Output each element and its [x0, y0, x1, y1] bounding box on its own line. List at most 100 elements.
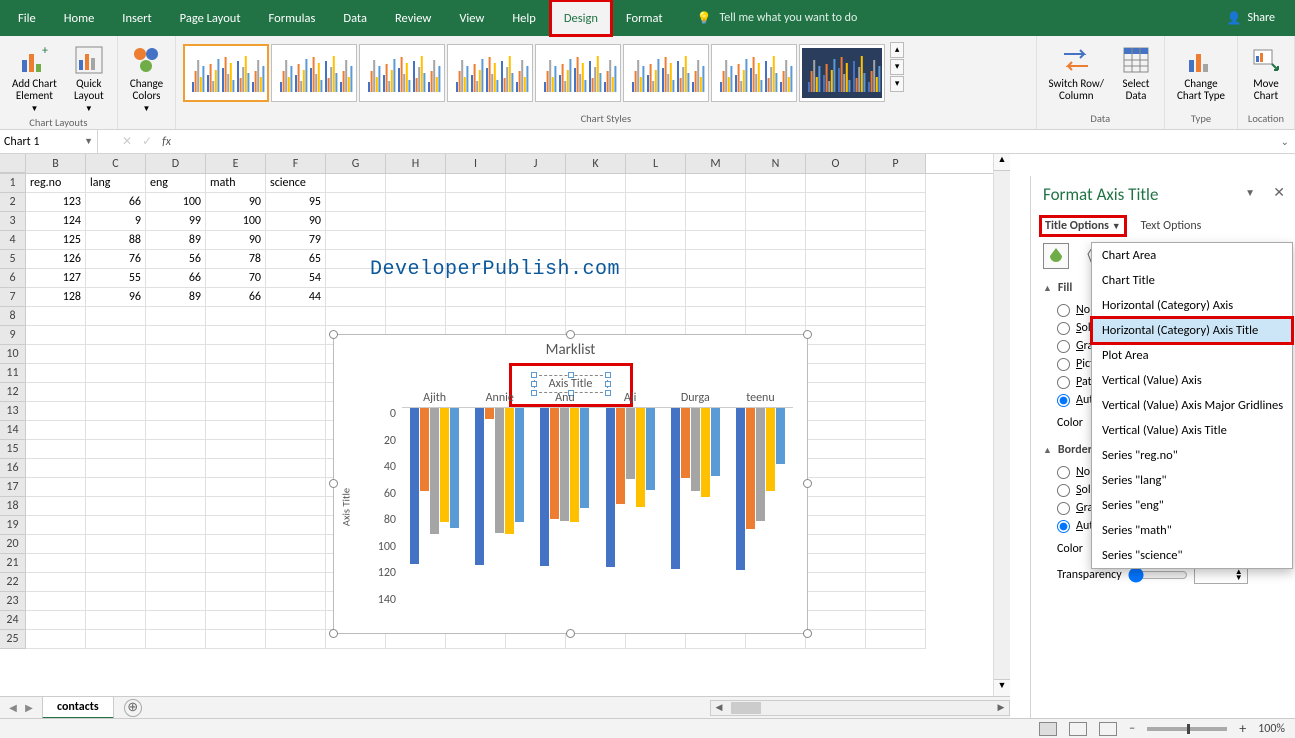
name-box[interactable]: ▼ — [0, 130, 98, 153]
cell-B14[interactable] — [26, 421, 86, 440]
cell-G7[interactable] — [326, 288, 386, 307]
chart-element-option-0[interactable]: Chart Area — [1092, 243, 1292, 268]
cell-F1[interactable]: science — [266, 174, 326, 193]
embedded-chart[interactable]: Marklist Axis Title AjithAnnieAnuAjiDurg… — [333, 334, 808, 634]
cell-J2[interactable] — [506, 193, 566, 212]
cell-F24[interactable] — [266, 611, 326, 630]
cell-B7[interactable]: 128 — [26, 288, 86, 307]
chart-style-7[interactable] — [711, 44, 797, 102]
cell-G4[interactable] — [326, 231, 386, 250]
cell-C10[interactable] — [86, 345, 146, 364]
cell-M6[interactable] — [686, 269, 746, 288]
cell-D12[interactable] — [146, 383, 206, 402]
cell-O7[interactable] — [806, 288, 866, 307]
formula-input[interactable] — [177, 130, 1275, 153]
tab-insert[interactable]: Insert — [108, 0, 165, 36]
cell-C23[interactable] — [86, 592, 146, 611]
page-layout-view-button[interactable] — [1069, 722, 1087, 736]
cell-C14[interactable] — [86, 421, 146, 440]
chart-style-5[interactable] — [535, 44, 621, 102]
cell-D25[interactable] — [146, 630, 206, 649]
chart-bar[interactable] — [475, 408, 484, 565]
cell-D16[interactable] — [146, 459, 206, 478]
column-header-P[interactable]: P — [866, 154, 926, 173]
chart-styles-more-button[interactable]: ▾ — [890, 76, 904, 92]
cell-D18[interactable] — [146, 497, 206, 516]
cell-C17[interactable] — [86, 478, 146, 497]
cell-O19[interactable] — [806, 516, 866, 535]
row-header-1[interactable]: 1 — [0, 174, 26, 193]
cancel-icon[interactable]: ✕ — [122, 134, 132, 149]
cell-C5[interactable]: 76 — [86, 250, 146, 269]
chart-bar[interactable] — [560, 408, 569, 521]
cell-P23[interactable] — [866, 592, 926, 611]
cell-C19[interactable] — [86, 516, 146, 535]
chart-bar[interactable] — [636, 408, 645, 507]
text-options-tab[interactable]: Text Options — [1141, 219, 1202, 233]
cell-D3[interactable]: 99 — [146, 212, 206, 231]
chart-bar-group[interactable] — [402, 408, 467, 585]
cell-B6[interactable]: 127 — [26, 269, 86, 288]
chart-element-option-2[interactable]: Horizontal (Category) Axis — [1092, 293, 1292, 318]
cell-H4[interactable] — [386, 231, 446, 250]
tab-page-layout[interactable]: Page Layout — [166, 0, 255, 36]
resize-handle-sw[interactable] — [329, 629, 338, 638]
column-header-J[interactable]: J — [506, 154, 566, 173]
cell-C20[interactable] — [86, 535, 146, 554]
cell-C16[interactable] — [86, 459, 146, 478]
row-header-13[interactable]: 13 — [0, 402, 26, 421]
cell-H2[interactable] — [386, 193, 446, 212]
quick-layout-button[interactable]: Quick Layout ▼ — [67, 42, 111, 116]
chart-bar-group[interactable] — [598, 408, 663, 585]
chart-element-option-7[interactable]: Vertical (Value) Axis Title — [1092, 418, 1292, 443]
cell-N2[interactable] — [746, 193, 806, 212]
chart-styles-down-button[interactable]: ▾ — [890, 59, 904, 75]
cell-E19[interactable] — [206, 516, 266, 535]
cell-D8[interactable] — [146, 307, 206, 326]
cell-B22[interactable] — [26, 573, 86, 592]
row-header-22[interactable]: 22 — [0, 573, 26, 592]
cell-B8[interactable] — [26, 307, 86, 326]
row-header-24[interactable]: 24 — [0, 611, 26, 630]
cell-D14[interactable] — [146, 421, 206, 440]
pane-close-button[interactable]: ✕ — [1273, 184, 1285, 201]
cell-D2[interactable]: 100 — [146, 193, 206, 212]
cell-P15[interactable] — [866, 440, 926, 459]
chart-bar[interactable] — [766, 408, 775, 491]
cell-O17[interactable] — [806, 478, 866, 497]
chart-bar[interactable] — [430, 408, 439, 534]
cell-I2[interactable] — [446, 193, 506, 212]
resize-handle-nw[interactable] — [329, 330, 338, 339]
cell-M2[interactable] — [686, 193, 746, 212]
column-header-B[interactable]: B — [26, 154, 86, 173]
row-header-18[interactable]: 18 — [0, 497, 26, 516]
chart-style-1[interactable] — [183, 44, 269, 102]
cell-G3[interactable] — [326, 212, 386, 231]
row-header-23[interactable]: 23 — [0, 592, 26, 611]
cell-D21[interactable] — [146, 554, 206, 573]
cell-F18[interactable] — [266, 497, 326, 516]
add-sheet-button[interactable]: ⊕ — [124, 699, 142, 717]
cell-F14[interactable] — [266, 421, 326, 440]
cell-P3[interactable] — [866, 212, 926, 231]
cell-E16[interactable] — [206, 459, 266, 478]
chart-bar[interactable] — [646, 408, 655, 490]
resize-handle-e[interactable] — [803, 479, 812, 488]
cell-D20[interactable] — [146, 535, 206, 554]
column-header-O[interactable]: O — [806, 154, 866, 173]
tab-view[interactable]: View — [445, 0, 498, 36]
column-header-N[interactable]: N — [746, 154, 806, 173]
cell-E20[interactable] — [206, 535, 266, 554]
cell-P18[interactable] — [866, 497, 926, 516]
normal-view-button[interactable] — [1039, 722, 1057, 736]
chart-bar[interactable] — [420, 408, 429, 491]
cell-C18[interactable] — [86, 497, 146, 516]
sheet-nav-prev[interactable]: ◀ — [6, 701, 20, 714]
select-data-button[interactable]: Select Data — [1114, 42, 1158, 104]
cell-B11[interactable] — [26, 364, 86, 383]
chart-element-option-11[interactable]: Series "math" — [1092, 518, 1292, 543]
row-header-8[interactable]: 8 — [0, 307, 26, 326]
cell-D19[interactable] — [146, 516, 206, 535]
cell-O10[interactable] — [806, 345, 866, 364]
sheet-nav-next[interactable]: ▶ — [22, 701, 36, 714]
